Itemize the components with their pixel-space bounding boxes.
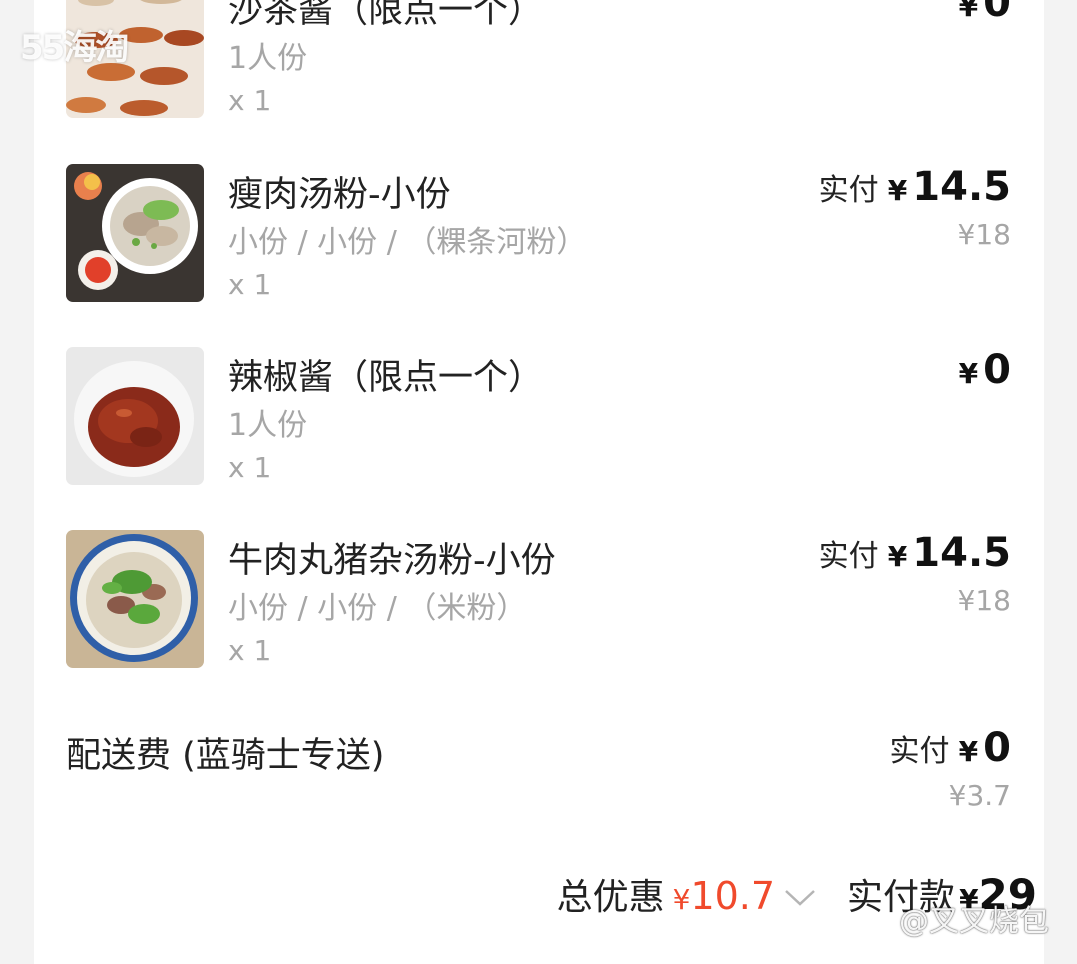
paid-label: 实付: [818, 539, 879, 574]
total-discount-value[interactable]: 10.7: [690, 874, 775, 918]
currency-symbol: ¥: [887, 174, 908, 207]
item-price: 实付 ¥ 14.5: [819, 164, 1011, 210]
item-price: ¥ 0: [959, 347, 1011, 393]
order-item[interactable]: 牛肉丸猪杂汤粉-小份 小份 / 小份 / （米粉） x 1 实付 ¥ 14.5 …: [66, 530, 1011, 670]
currency-symbol: ¥: [958, 735, 979, 768]
original-price: ¥18: [957, 584, 1011, 617]
currency-symbol: ¥: [887, 540, 908, 573]
price-value: 0: [983, 0, 1011, 26]
item-name: 牛肉丸猪杂汤粉-小份: [228, 541, 556, 581]
beef-ball-noodle-photo: [66, 530, 204, 668]
original-price: ¥3.7: [948, 779, 1011, 812]
order-item[interactable]: 沙茶酱（限点一个） 1人份 x 1 ¥ 0: [66, 0, 1011, 120]
watermark-logo: 55海淘: [20, 28, 129, 68]
order-item[interactable]: 瘦肉汤粉-小份 小份 / 小份 / （粿条河粉） x 1 实付 ¥ 14.5 ¥…: [66, 164, 1011, 304]
item-quantity: x 1: [228, 451, 272, 484]
order-item[interactable]: 辣椒酱（限点一个） 1人份 x 1 ¥ 0: [66, 347, 1011, 487]
item-spec: 1人份: [228, 41, 308, 76]
item-price: 实付 ¥ 14.5: [819, 530, 1011, 576]
item-quantity: x 1: [228, 634, 272, 667]
item-quantity: x 1: [228, 84, 272, 117]
item-spec: 小份 / 小份 / （粿条河粉）: [228, 225, 587, 260]
item-price: ¥ 0: [959, 0, 1011, 26]
chevron-down-icon[interactable]: [783, 885, 817, 909]
original-price: ¥18: [957, 218, 1011, 251]
item-spec: 小份 / 小份 / （米粉）: [228, 591, 527, 626]
item-spec: 1人份: [228, 408, 308, 443]
price-value: 0: [983, 725, 1011, 771]
paid-label: 实付: [889, 734, 950, 769]
currency-symbol: ¥: [958, 0, 979, 23]
price-value: 0: [983, 347, 1011, 393]
discount-currency: ¥: [672, 883, 691, 916]
delivery-fee-price: 实付 ¥ 0: [889, 725, 1011, 771]
item-name: 沙茶酱（限点一个）: [228, 0, 544, 31]
currency-symbol: ¥: [958, 357, 979, 390]
item-name: 瘦肉汤粉-小份: [228, 175, 451, 215]
paid-label: 实付: [818, 173, 879, 208]
item-name: 辣椒酱（限点一个）: [228, 358, 544, 398]
price-value: 14.5: [912, 164, 1011, 210]
item-quantity: x 1: [228, 268, 272, 301]
delivery-fee-label: 配送费 (蓝骑士专送): [66, 736, 385, 776]
order-details-card: 沙茶酱（限点一个） 1人份 x 1 ¥ 0 瘦肉汤粉-小份 小份 / 小份 / …: [34, 0, 1044, 964]
total-discount-label: 总优惠: [556, 877, 665, 918]
chili-sauce-photo: [66, 347, 204, 485]
delivery-fee-row: 配送费 (蓝骑士专送) 实付 ¥ 0 ¥3.7: [66, 725, 1011, 825]
watermark-author: @叉叉烧包: [899, 904, 1049, 939]
price-value: 14.5: [912, 530, 1011, 576]
lean-pork-noodle-photo: [66, 164, 204, 302]
